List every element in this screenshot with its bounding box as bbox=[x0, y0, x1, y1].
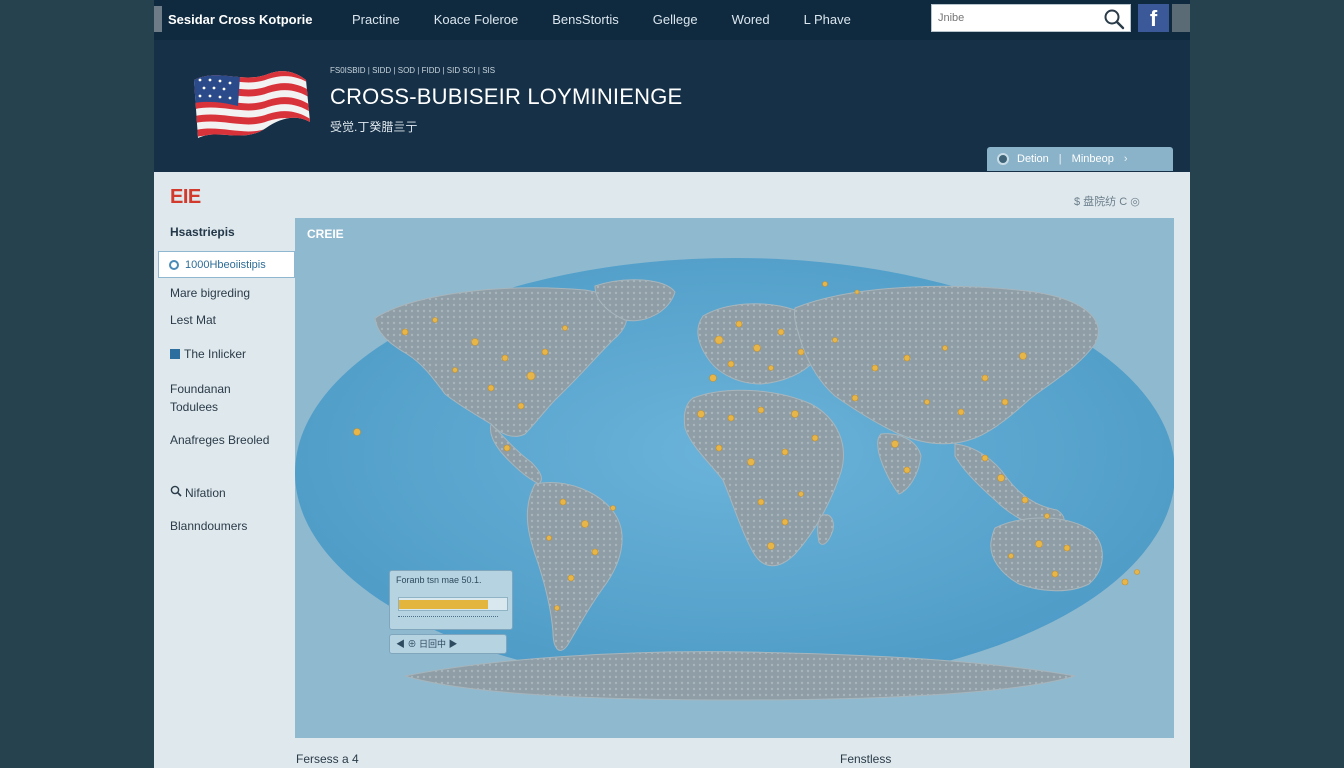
sidebar-active-label: 1000Hbeoiistipis bbox=[185, 258, 266, 271]
hero-banner: FS0ISBID | SIDD | SOD | FIDD | SID SCI |… bbox=[154, 40, 1190, 172]
search-input[interactable] bbox=[938, 9, 1098, 27]
nav-link-6[interactable]: L Phave bbox=[804, 12, 851, 27]
site-brand[interactable]: Sesidar Cross Kotporie bbox=[154, 6, 313, 32]
panel-toolbar[interactable]: $ 盘院纺 C ◎ bbox=[1074, 193, 1140, 209]
legend-bar bbox=[398, 597, 508, 611]
map-controls[interactable]: ◀ ⊕ 日回中 ▶ bbox=[389, 634, 507, 654]
sidebar-item-active[interactable]: 1000Hbeoiistipis bbox=[158, 251, 295, 278]
section-logo: EIE bbox=[170, 186, 201, 208]
nav-link-3[interactable]: BensStortis bbox=[552, 12, 618, 27]
sidebar-item-label: The Inlicker bbox=[184, 347, 247, 361]
sidebar-item-7[interactable]: Blanndoumers bbox=[170, 517, 247, 535]
sidebar-item-4[interactable]: Foundanan Todulees bbox=[170, 380, 270, 416]
web-page: Sesidar Cross Kotporie Practine Koace Fo… bbox=[154, 0, 1190, 768]
panel-title: CREIE bbox=[307, 227, 344, 241]
breadcrumb: FS0ISBID | SIDD | SOD | FIDD | SID SCI |… bbox=[330, 66, 496, 75]
sidebar-item-1[interactable]: Mare bigreding bbox=[170, 284, 250, 302]
sidebar-item-2[interactable]: Lest Mat bbox=[170, 311, 216, 329]
legend-scale bbox=[398, 616, 498, 620]
pin-icon bbox=[169, 259, 179, 270]
sidebar-item-6[interactable]: Nifation bbox=[170, 484, 226, 502]
sidebar-item-label: Nifation bbox=[185, 486, 226, 500]
magnifier-icon bbox=[170, 484, 182, 502]
sidebar-item-3[interactable]: The Inlicker bbox=[170, 345, 246, 363]
sidebar-item-label: Foundanan Todulees bbox=[170, 382, 231, 414]
sidebar-item-5[interactable]: Anafreges Breoled bbox=[170, 431, 270, 449]
footer-left: Fersess a 4 bbox=[296, 752, 359, 766]
search-box bbox=[931, 4, 1131, 32]
nav-links: Practine Koace Foleroe BensStortis Gelle… bbox=[352, 12, 885, 27]
legend-title: Foranb tsn mae 50.1. bbox=[396, 575, 482, 585]
antarctica bbox=[404, 651, 1076, 701]
search-icon[interactable] bbox=[1103, 8, 1125, 30]
social-icon[interactable] bbox=[1172, 4, 1190, 32]
chevron-right-icon[interactable]: › bbox=[1124, 153, 1128, 165]
page-title: CROSS-BUBISEIR LOYMINIENGE bbox=[330, 84, 683, 109]
facebook-icon[interactable]: f bbox=[1138, 4, 1169, 32]
tab-separator: | bbox=[1058, 153, 1062, 165]
map-legend: Foranb tsn mae 50.1. bbox=[389, 570, 513, 630]
sidebar-item-label: Anafreges Breoled bbox=[170, 433, 270, 447]
nav-link-4[interactable]: Gellege bbox=[653, 12, 698, 27]
sidebar-item-label: Lest Mat bbox=[170, 313, 217, 327]
tab-minbeop[interactable]: Minbeop bbox=[1072, 153, 1114, 165]
legend-fill bbox=[399, 600, 488, 609]
footer-right: Fenstless bbox=[840, 752, 892, 766]
page-subtitle: 受觉.丁癸腊亖亍 bbox=[330, 120, 418, 134]
banner-tabs: Detion | Minbeop › bbox=[987, 147, 1173, 171]
map-panel: CREIE Foranb tsn mae 50.1. ◀ ⊕ 日回中 ▶ bbox=[295, 218, 1174, 738]
sidebar-heading: Hsastriepis bbox=[170, 225, 235, 239]
globe-icon bbox=[997, 153, 1009, 165]
tab-detion[interactable]: Detion bbox=[1017, 153, 1049, 165]
sidebar-item-label: Blanndoumers bbox=[170, 519, 248, 533]
nav-link-2[interactable]: Koace Foleroe bbox=[434, 12, 519, 27]
nav-link-1[interactable]: Practine bbox=[352, 12, 400, 27]
top-navigation: Sesidar Cross Kotporie Practine Koace Fo… bbox=[154, 0, 1190, 40]
sidebar-item-label: Mare bigreding bbox=[170, 286, 251, 300]
flag-icon bbox=[194, 71, 310, 138]
square-icon bbox=[170, 349, 180, 359]
nav-link-5[interactable]: Wored bbox=[732, 12, 770, 27]
